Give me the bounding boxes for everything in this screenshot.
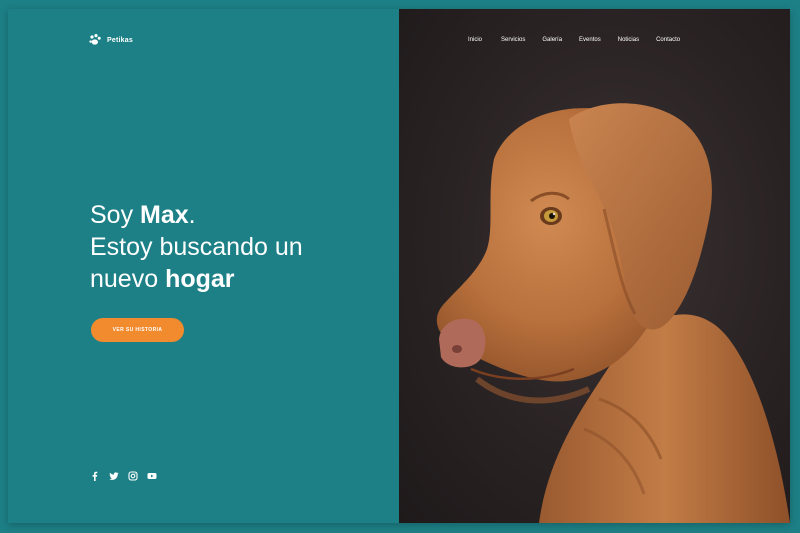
nav-item-eventos[interactable]: Eventos — [579, 37, 601, 43]
page-frame: Petikas Soy Max. Estoy buscando un nuevo… — [8, 9, 790, 523]
hero-heading: Soy Max. Estoy buscando un nuevo hogar — [90, 199, 303, 295]
paw-icon — [89, 34, 101, 45]
nav-item-galeria[interactable]: Galería — [542, 37, 562, 43]
youtube-icon[interactable] — [147, 468, 157, 479]
hero-line-2: Estoy buscando un — [90, 233, 303, 261]
hero-keyword: hogar — [165, 265, 235, 293]
instagram-icon[interactable] — [128, 468, 138, 481]
hero-line-1-suffix: . — [188, 201, 196, 229]
nav-item-servicios[interactable]: Servicios — [501, 37, 525, 43]
hero-panel: Petikas Soy Max. Estoy buscando un nuevo… — [8, 9, 399, 523]
main-nav: Inicio Servicios Galería Eventos Noticia… — [468, 37, 680, 43]
hero-line-3: nuevo hogar — [90, 263, 303, 295]
nav-item-contacto[interactable]: Contacto — [656, 37, 680, 43]
brand-name: Petikas — [107, 36, 133, 44]
dog-photo — [436, 103, 790, 523]
social-links — [90, 468, 157, 481]
nav-item-noticias[interactable]: Noticias — [618, 37, 639, 43]
nav-item-inicio[interactable]: Inicio — [468, 37, 482, 43]
facebook-icon[interactable] — [90, 468, 100, 481]
hero-line-1: Soy Max. — [90, 199, 303, 231]
brand-logo[interactable]: Petikas — [88, 33, 133, 47]
hero-line-1-prefix: Soy — [90, 201, 141, 229]
photo-panel: Inicio Servicios Galería Eventos Noticia… — [399, 9, 790, 523]
view-story-button[interactable]: Ver su historia — [91, 318, 184, 342]
hero-name: Max — [140, 201, 189, 229]
hero-line-3-prefix: nuevo — [90, 265, 166, 293]
twitter-icon[interactable] — [109, 468, 119, 480]
